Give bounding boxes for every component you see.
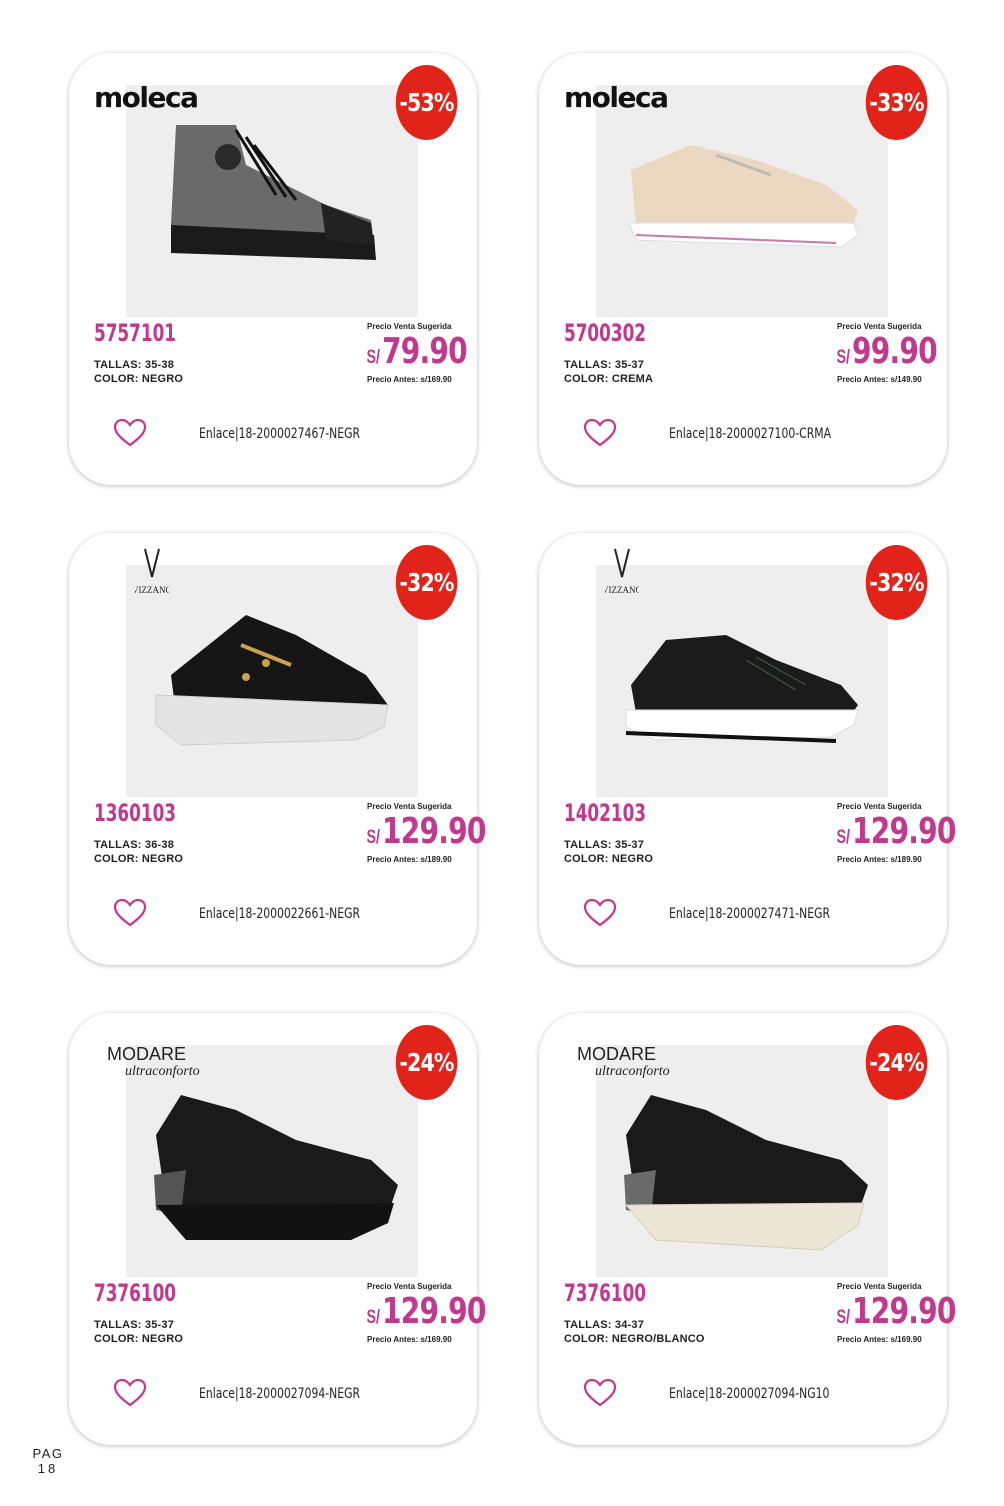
sizes-text: TALLAS: 35-37 [94, 1319, 175, 1331]
currency-symbol: S/ [836, 827, 850, 848]
discount-badge: -24% [395, 1025, 458, 1100]
brand-logo: MODARE ultraconforto [577, 1044, 670, 1079]
product-photo [126, 565, 418, 797]
brand-logo: moleca [94, 81, 199, 114]
currency-symbol: S/ [366, 827, 380, 848]
product-code: 5700302 [564, 319, 647, 347]
price: S/ 129.90 [832, 811, 985, 852]
page-number-value: 18 [37, 1461, 59, 1476]
product-link[interactable]: Enlace|18-2000027094-NG10 [669, 1386, 829, 1402]
product-link[interactable]: Enlace|18-2000027094-NEGR [199, 1386, 360, 1402]
price-label: Precio Venta Sugerida [367, 802, 452, 811]
color-text: COLOR: NEGRO [94, 853, 184, 865]
sizes-text: TALLAS: 35-37 [564, 839, 645, 851]
price-label: Precio Venta Sugerida [837, 322, 922, 331]
color-text: COLOR: CREMA [564, 373, 654, 385]
price-label: Precio Venta Sugerida [837, 1282, 922, 1291]
price-amount: 79.90 [381, 331, 468, 372]
sizes-text: TALLAS: 35-37 [564, 359, 645, 371]
currency-symbol: S/ [366, 1307, 380, 1328]
product-link[interactable]: Enlace|18-2000027471-NEGR [669, 906, 830, 922]
price: S/ 99.90 [832, 331, 961, 372]
discount-badge: -32% [865, 545, 928, 620]
sizes-text: TALLAS: 35-38 [94, 359, 175, 371]
product-card[interactable]: moleca -33% 5700302 TALLAS: 35-37 COLOR:… [539, 53, 947, 485]
product-code: 7376100 [94, 1279, 177, 1307]
product-photo [596, 565, 888, 797]
discount-badge: -33% [865, 65, 928, 140]
price-amount: 99.90 [851, 331, 938, 372]
product-code: 7376100 [564, 1279, 647, 1307]
svg-text:VIZZANO: VIZZANO [135, 585, 169, 595]
currency-symbol: S/ [836, 1307, 850, 1328]
price-amount: 129.90 [381, 1291, 486, 1332]
product-code: 5757101 [94, 319, 177, 347]
brand-logo: MODARE ultraconforto [107, 1044, 200, 1079]
heart-icon[interactable] [113, 1378, 147, 1408]
heart-icon[interactable] [583, 418, 617, 448]
price: S/ 129.90 [832, 1291, 985, 1332]
product-link[interactable]: Enlace|18-2000027467-NEGR [199, 426, 360, 442]
price-before: Precio Antes: s/169.90 [837, 1335, 922, 1344]
discount-badge: -53% [395, 65, 458, 140]
product-link[interactable]: Enlace|18-2000027100-CRMA [669, 426, 831, 442]
discount-badge: -32% [395, 545, 458, 620]
product-link[interactable]: Enlace|18-2000022661-NEGR [199, 906, 360, 922]
product-card[interactable]: VIZZANO -32% 1360103 TALLAS: 36-38 COLOR… [69, 533, 486, 965]
product-card[interactable]: MODARE ultraconforto -24% 7376100 TALLAS… [539, 1013, 956, 1445]
price-amount: 129.90 [381, 811, 486, 852]
discount-badge: -24% [865, 1025, 928, 1100]
brand-logo: VIZZANO [605, 548, 639, 595]
product-card[interactable]: MODARE ultraconforto -24% 7376100 TALLAS… [69, 1013, 486, 1445]
sizes-text: TALLAS: 36-38 [94, 839, 175, 851]
price-amount: 129.90 [851, 1291, 956, 1332]
heart-icon[interactable] [113, 418, 147, 448]
price-amount: 129.90 [851, 811, 956, 852]
heart-icon[interactable] [583, 1378, 617, 1408]
brand-logo: VIZZANO [135, 548, 169, 595]
page-number: PAG 18 [30, 1446, 66, 1476]
heart-icon[interactable] [113, 898, 147, 928]
price-before: Precio Antes: s/169.90 [367, 375, 452, 384]
price-before: Precio Antes: s/189.90 [367, 855, 452, 864]
price-label: Precio Venta Sugerida [367, 1282, 452, 1291]
svg-text:VIZZANO: VIZZANO [605, 585, 639, 595]
price-label: Precio Venta Sugerida [837, 802, 922, 811]
sizes-text: TALLAS: 34-37 [564, 1319, 645, 1331]
price: S/ 129.90 [362, 811, 515, 852]
heart-icon[interactable] [583, 898, 617, 928]
product-card[interactable]: moleca -53% 5757101 TALLAS: 35-38 COLOR:… [69, 53, 477, 485]
product-code: 1402103 [564, 799, 647, 827]
brand-logo: moleca [564, 81, 669, 114]
price-before: Precio Antes: s/189.90 [837, 855, 922, 864]
svg-text:MODARE: MODARE [577, 1044, 656, 1064]
price: S/ 129.90 [362, 1291, 515, 1332]
price-before: Precio Antes: s/149.90 [837, 375, 922, 384]
color-text: COLOR: NEGRO/BLANCO [564, 1333, 705, 1345]
product-card[interactable]: VIZZANO -32% 1402103 TALLAS: 35-37 COLOR… [539, 533, 956, 965]
currency-symbol: S/ [836, 347, 850, 368]
currency-symbol: S/ [366, 347, 380, 368]
product-code: 1360103 [94, 799, 177, 827]
price-label: Precio Venta Sugerida [367, 322, 452, 331]
price: S/ 79.90 [362, 331, 491, 372]
color-text: COLOR: NEGRO [94, 1333, 184, 1345]
svg-text:MODARE: MODARE [107, 1044, 186, 1064]
color-text: COLOR: NEGRO [564, 853, 654, 865]
svg-text:ultraconforto: ultraconforto [595, 1064, 670, 1079]
color-text: COLOR: NEGRO [94, 373, 184, 385]
page-label: PAG [32, 1446, 64, 1461]
product-photo [596, 85, 888, 317]
svg-text:ultraconforto: ultraconforto [125, 1064, 200, 1079]
product-photo [126, 85, 418, 317]
price-before: Precio Antes: s/169.90 [367, 1335, 452, 1344]
